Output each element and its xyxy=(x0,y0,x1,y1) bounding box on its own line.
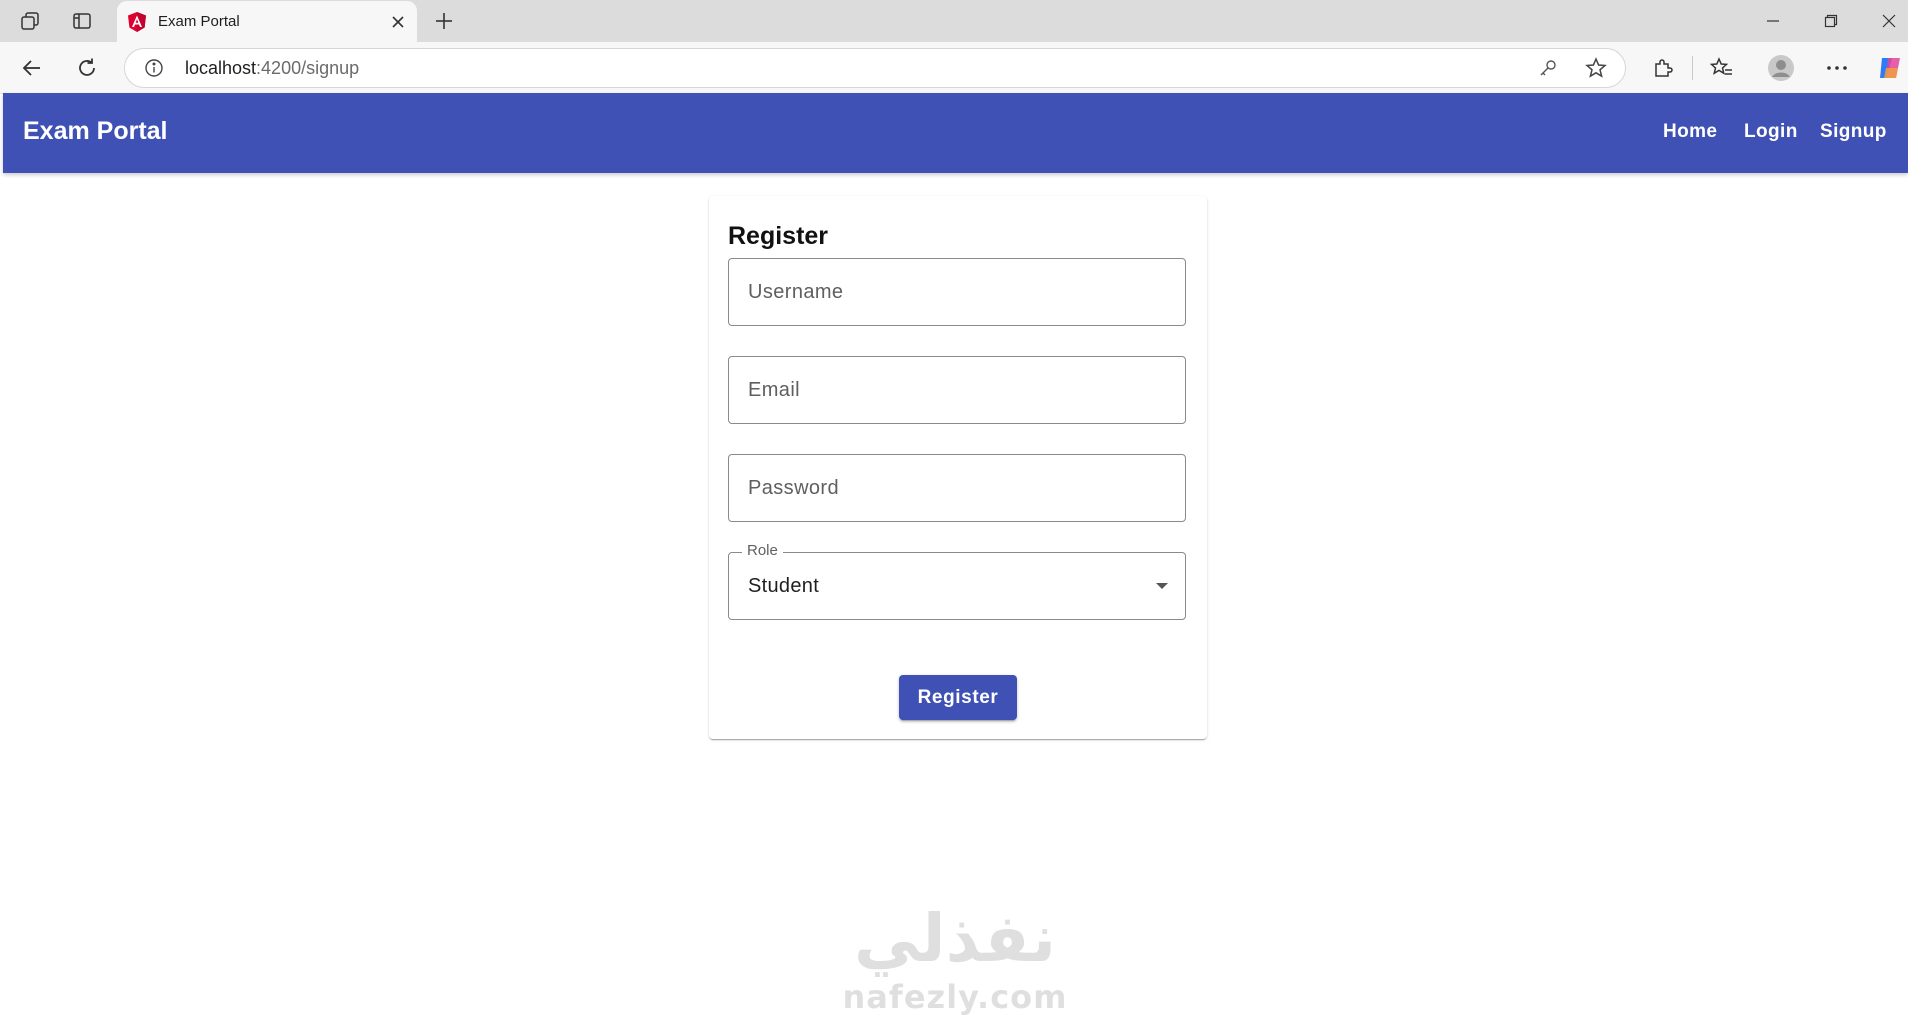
watermark-arabic-text: نفذلي xyxy=(854,900,1056,977)
back-icon[interactable] xyxy=(14,50,50,86)
username-field xyxy=(728,258,1186,326)
toolbar-divider xyxy=(1692,56,1693,80)
reload-icon[interactable] xyxy=(69,50,105,86)
email-input[interactable] xyxy=(729,357,1185,423)
password-input[interactable] xyxy=(729,455,1185,521)
extensions-icon[interactable] xyxy=(1645,50,1681,86)
profile-avatar-icon[interactable] xyxy=(1763,50,1799,86)
favorites-icon[interactable] xyxy=(1704,50,1740,86)
url-host: localhost xyxy=(185,58,257,78)
url-text[interactable]: localhost:4200/signup xyxy=(185,58,359,79)
role-value: Student xyxy=(748,575,820,597)
new-tab-icon[interactable] xyxy=(428,6,460,36)
dropdown-arrow-icon xyxy=(1156,583,1168,589)
nav-link-signup[interactable]: Signup xyxy=(1820,121,1887,143)
restore-icon[interactable] xyxy=(1802,0,1860,42)
tab-exam-portal[interactable]: Exam Portal xyxy=(117,1,417,42)
browser-tab-strip: Exam Portal xyxy=(0,0,1908,42)
password-key-icon[interactable] xyxy=(1537,57,1559,79)
role-label: Role xyxy=(742,542,783,559)
nav-link-home[interactable]: Home xyxy=(1663,121,1717,143)
favorite-star-icon[interactable] xyxy=(1585,57,1607,79)
username-input[interactable] xyxy=(729,259,1185,325)
nav-link-login[interactable]: Login xyxy=(1744,121,1798,143)
vertical-tabs-icon[interactable] xyxy=(66,6,98,36)
register-card: Register Role Student Register xyxy=(709,196,1207,739)
app-navbar: Exam Portal Home Login Signup xyxy=(3,93,1908,173)
copilot-icon[interactable] xyxy=(1872,50,1908,86)
register-button[interactable]: Register xyxy=(899,675,1017,720)
email-field xyxy=(728,356,1186,424)
brand-title[interactable]: Exam Portal xyxy=(23,117,168,146)
workspaces-icon[interactable] xyxy=(14,6,46,36)
password-field xyxy=(728,454,1186,522)
angular-favicon-icon xyxy=(128,12,146,32)
tab-title: Exam Portal xyxy=(158,13,240,30)
url-path: :4200/signup xyxy=(256,58,360,78)
more-options-icon[interactable] xyxy=(1819,50,1855,86)
site-info-icon[interactable] xyxy=(144,58,164,78)
minimize-icon[interactable] xyxy=(1744,0,1802,42)
watermark-logo: نفذلي nafezly.com xyxy=(840,900,1070,1016)
role-select[interactable]: Role Student xyxy=(728,542,1186,620)
close-window-icon[interactable] xyxy=(1860,0,1908,42)
address-bar[interactable]: localhost:4200/signup xyxy=(124,48,1626,88)
close-tab-icon[interactable] xyxy=(387,11,409,33)
watermark-latin-text: nafezly.com xyxy=(842,978,1068,1016)
form-title: Register xyxy=(728,222,829,250)
browser-toolbar: localhost:4200/signup xyxy=(0,42,1908,94)
